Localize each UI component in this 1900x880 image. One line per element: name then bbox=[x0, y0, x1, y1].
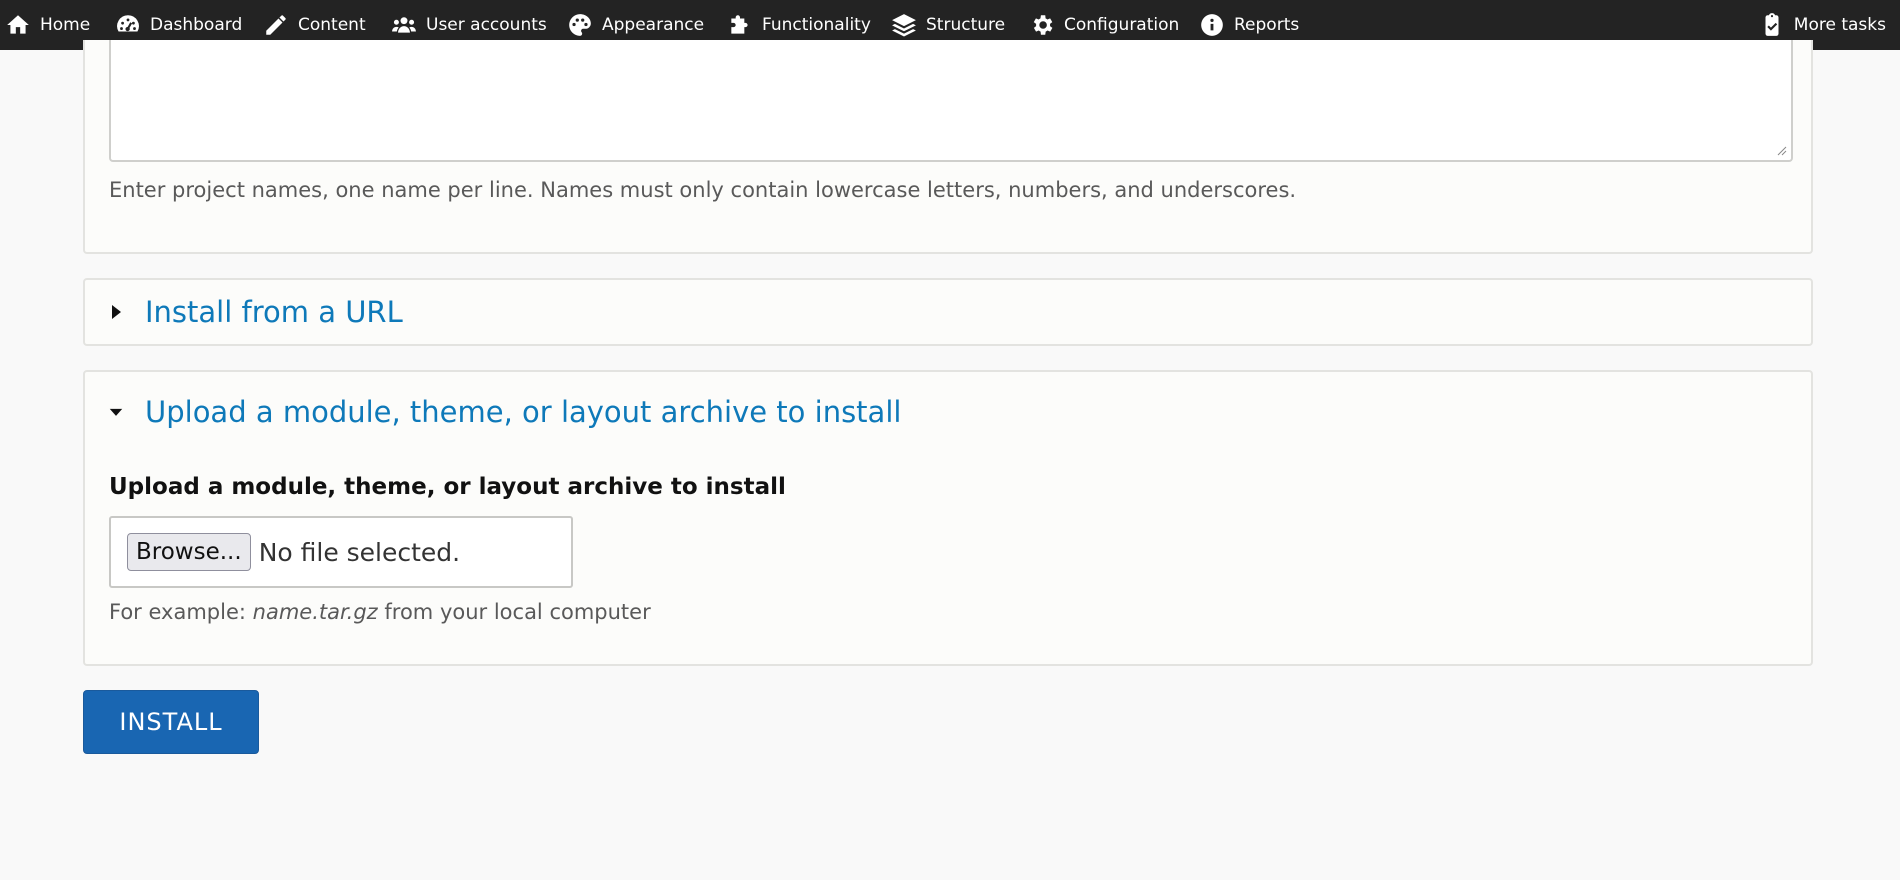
install-button[interactable]: INSTALL bbox=[83, 690, 259, 754]
resize-handle-icon[interactable] bbox=[1775, 144, 1787, 156]
install-from-project-names-panel: Enter project names, one name per line. … bbox=[83, 40, 1813, 254]
project-names-textarea[interactable] bbox=[109, 40, 1793, 162]
layers-icon bbox=[890, 11, 918, 39]
upload-help-example: name.tar.gz bbox=[252, 600, 378, 624]
toolbar-item-label: Dashboard bbox=[150, 15, 243, 35]
dashboard-icon bbox=[114, 11, 142, 39]
puzzle-icon bbox=[726, 11, 754, 39]
toolbar-item-label: Structure bbox=[926, 15, 1006, 35]
toolbar-item-label: Reports bbox=[1234, 15, 1300, 35]
caret-right-icon bbox=[109, 305, 123, 319]
install-from-url-label: Install from a URL bbox=[145, 295, 403, 329]
browse-button[interactable]: Browse... bbox=[127, 533, 251, 571]
project-names-help: Enter project names, one name per line. … bbox=[109, 178, 1297, 202]
caret-down-icon bbox=[109, 405, 123, 419]
upload-help: For example: name.tar.gz from your local… bbox=[109, 598, 651, 626]
info-icon bbox=[1198, 11, 1226, 39]
upload-help-suffix: from your local computer bbox=[377, 600, 651, 624]
upload-archive-toggle[interactable]: Upload a module, theme, or layout archiv… bbox=[109, 380, 901, 444]
toolbar-item-label: Configuration bbox=[1064, 15, 1180, 35]
upload-archive-panel: Upload a module, theme, or layout archiv… bbox=[83, 370, 1813, 666]
palette-icon bbox=[566, 11, 594, 39]
home-icon bbox=[4, 11, 32, 39]
clipboard-check-icon bbox=[1758, 11, 1786, 39]
install-from-url-panel: Install from a URL bbox=[83, 278, 1813, 346]
toolbar-item-label: Functionality bbox=[762, 15, 871, 35]
toolbar-item-label: Content bbox=[298, 15, 366, 35]
install-from-url-toggle[interactable]: Install from a URL bbox=[109, 280, 403, 344]
toolbar-item-label: More tasks bbox=[1793, 15, 1886, 35]
users-icon bbox=[390, 11, 418, 39]
toolbar-item-label: Appearance bbox=[602, 15, 705, 35]
toolbar-item-label: User accounts bbox=[426, 15, 547, 35]
no-file-selected-text: No file selected. bbox=[258, 537, 461, 567]
file-upload-input[interactable]: Browse... No file selected. bbox=[109, 516, 573, 588]
pencil-icon bbox=[262, 11, 290, 39]
upload-field-label: Upload a module, theme, or layout archiv… bbox=[109, 474, 786, 500]
gear-icon bbox=[1028, 11, 1056, 39]
toolbar-item-home[interactable]: Home bbox=[4, 0, 90, 50]
toolbar-item-label: Home bbox=[40, 15, 91, 35]
upload-help-prefix: For example: bbox=[109, 600, 253, 624]
upload-archive-summary-label: Upload a module, theme, or layout archiv… bbox=[145, 395, 902, 429]
